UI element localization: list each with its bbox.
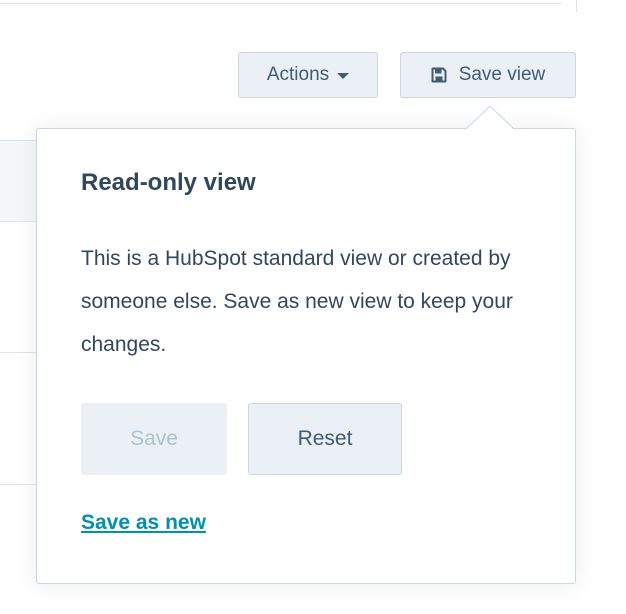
table-row-divider	[0, 221, 37, 222]
save-view-button-label: Save view	[458, 64, 546, 85]
read-only-view-popover: Read-only view This is a HubSpot standar…	[36, 128, 576, 584]
table-header-band	[0, 140, 37, 222]
floppy-disk-icon	[431, 67, 447, 83]
popover-message: This is a HubSpot standard view or creat…	[81, 247, 513, 356]
actions-button-label: Actions	[266, 64, 330, 85]
right-divider	[576, 0, 577, 12]
popover-arrow	[466, 106, 514, 130]
save-view-button[interactable]: Save view	[400, 52, 576, 98]
save-as-new-link[interactable]: Save as new	[81, 511, 206, 535]
actions-button[interactable]: Actions	[238, 52, 378, 98]
save-button[interactable]: Save	[81, 403, 227, 475]
top-divider	[0, 3, 562, 4]
reset-button[interactable]: Reset	[248, 403, 402, 475]
popover-title: Read-only view	[81, 169, 256, 196]
table-row-divider	[0, 484, 37, 485]
table-row-divider	[0, 140, 37, 141]
table-row-divider	[0, 352, 37, 353]
caret-down-icon	[337, 73, 350, 79]
